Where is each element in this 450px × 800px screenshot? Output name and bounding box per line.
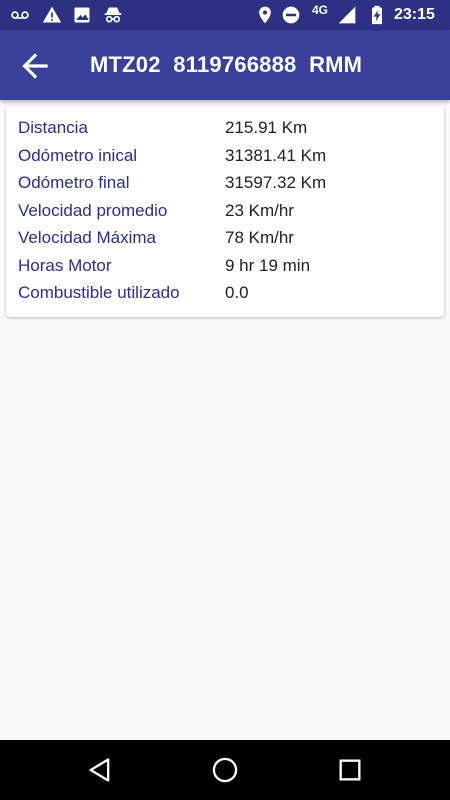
nav-recents-button[interactable] — [336, 756, 364, 784]
detail-row-velocidad-promedio: Velocidad promedio 23 Km/hr — [18, 201, 438, 227]
home-circle-icon — [212, 757, 238, 783]
location-icon — [259, 6, 271, 24]
detail-label: Velocidad Máxima — [18, 228, 156, 247]
detail-row-horas-motor: Horas Motor 9 hr 19 min — [18, 256, 438, 282]
do-not-disturb-icon — [282, 6, 300, 24]
nav-back-button[interactable] — [86, 756, 114, 784]
incognito-icon — [104, 7, 122, 23]
status-time: 23:15 — [394, 6, 435, 23]
page-title: MTZ02 8119766888 RMM — [90, 52, 363, 77]
trip-details-card: Distancia 215.91 Km Odómetro inical 3138… — [6, 106, 444, 317]
detail-label: Horas Motor — [18, 255, 112, 275]
detail-row-odometro-final: Odómetro final 31597.32 Km — [18, 173, 438, 199]
detail-row-combustible: Combustible utilizado 0.0 — [18, 283, 438, 309]
detail-value: 78 Km/hr — [225, 228, 294, 247]
back-triangle-icon — [89, 758, 110, 782]
detail-value: 9 hr 19 min — [225, 255, 311, 275]
screen: 4G 23:15 MTZ02 8119766888 RMM Distancia … — [0, 0, 450, 800]
detail-label: Combustible utilizado — [18, 283, 180, 302]
system-nav-bar — [0, 740, 450, 800]
app-bar: MTZ02 8119766888 RMM — [0, 30, 450, 100]
voicemail-icon — [11, 11, 29, 19]
detail-row-velocidad-maxima: Velocidad Máxima 78 Km/hr — [18, 228, 438, 254]
image-icon — [74, 7, 90, 23]
detail-value: 31597.32 Km — [225, 173, 327, 192]
detail-value: 31381.41 Km — [225, 145, 327, 165]
battery-charging-icon — [372, 5, 382, 25]
detail-value: 215.91 Km — [225, 118, 308, 137]
recents-square-icon — [339, 759, 361, 781]
arrow-back-icon — [22, 53, 48, 79]
detail-label: Odómetro final — [18, 173, 130, 192]
network-type-label: 4G — [312, 3, 329, 17]
detail-label: Distancia — [18, 118, 88, 137]
status-bar: 4G 23:15 — [0, 0, 450, 30]
detail-row-odometro-inicial: Odómetro inical 31381.41 Km — [18, 146, 438, 172]
detail-label: Odómetro inical — [18, 145, 138, 165]
detail-label: Velocidad promedio — [18, 200, 168, 220]
detail-row-distancia: Distancia 215.91 Km — [18, 118, 438, 144]
detail-value: 0.0 — [225, 283, 249, 302]
warning-icon — [42, 6, 62, 23]
detail-value: 23 Km/hr — [225, 200, 294, 220]
signal-icon — [338, 6, 356, 24]
nav-home-button[interactable] — [211, 756, 239, 784]
back-button[interactable] — [16, 47, 54, 85]
